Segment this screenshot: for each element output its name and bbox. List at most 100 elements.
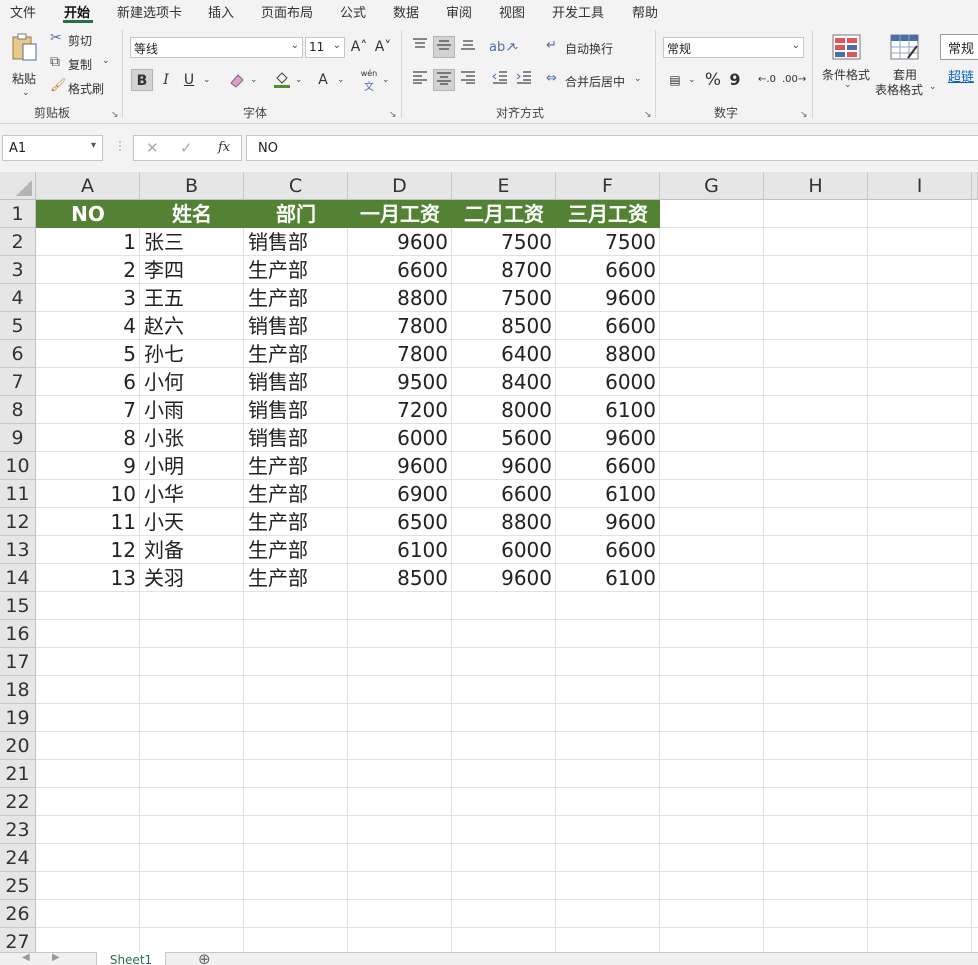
cell-b8[interactable]: 小雨 xyxy=(140,396,244,424)
decrease-indent-button[interactable] xyxy=(489,69,511,91)
row-header-1[interactable]: 1 xyxy=(0,200,36,228)
column-header-g[interactable]: G xyxy=(660,172,764,200)
tab-5[interactable]: 公式 xyxy=(340,2,366,21)
comma-button[interactable]: 9 xyxy=(724,69,746,91)
accounting-format-button[interactable]: ▤ xyxy=(664,69,686,91)
worksheet-grid[interactable]: A B C D E F G H I 1 2 3 4 5 6 7 8 9 10 11 12 13 14 15 16 17 18 19 20… xyxy=(0,172,978,956)
cell-f13[interactable]: 6600 xyxy=(556,536,660,564)
increase-decimal-button[interactable]: ←.0 xyxy=(756,69,778,91)
align-left-button[interactable] xyxy=(409,69,431,91)
column-header-b[interactable]: B xyxy=(140,172,244,200)
cell-d14[interactable]: 8500 xyxy=(348,564,452,592)
cell-d5[interactable]: 7800 xyxy=(348,312,452,340)
cell-a4[interactable]: 3 xyxy=(36,284,140,312)
dialog-launcher-icon[interactable]: ↘ xyxy=(389,110,397,120)
cell-e3[interactable]: 8700 xyxy=(452,256,556,284)
sheet-tab-sheet1[interactable]: Sheet1 xyxy=(96,952,166,965)
header-cell-f[interactable]: 三月工资 xyxy=(556,200,660,228)
cancel-icon[interactable]: ✕ xyxy=(146,139,159,157)
cell-b5[interactable]: 赵六 xyxy=(140,312,244,340)
formula-input[interactable]: NO xyxy=(246,135,978,161)
cell-b2[interactable]: 张三 xyxy=(140,228,244,256)
cell-e7[interactable]: 8400 xyxy=(452,368,556,396)
add-sheet-icon[interactable]: ⊕ xyxy=(198,950,211,965)
decrease-decimal-button[interactable]: .00→ xyxy=(782,69,806,91)
header-cell-b[interactable]: 姓名 xyxy=(140,200,244,228)
column-header-d[interactable]: D xyxy=(348,172,452,200)
cell-d13[interactable]: 6100 xyxy=(348,536,452,564)
row-header-16[interactable]: 16 xyxy=(0,620,36,648)
cell-e5[interactable]: 8500 xyxy=(452,312,556,340)
tab-7[interactable]: 审阅 xyxy=(446,2,472,21)
cell-a11[interactable]: 10 xyxy=(36,480,140,508)
cell-b14[interactable]: 关羽 xyxy=(140,564,244,592)
cell-b4[interactable]: 王五 xyxy=(140,284,244,312)
row-header-23[interactable]: 23 xyxy=(0,816,36,844)
row-header-5[interactable]: 5 xyxy=(0,312,36,340)
cell-f3[interactable]: 6600 xyxy=(556,256,660,284)
cell-e10[interactable]: 9600 xyxy=(452,452,556,480)
italic-button[interactable]: I xyxy=(155,69,177,91)
font-name-select[interactable]: 等线 ⌄ xyxy=(130,37,303,58)
cut-button[interactable]: ✂ 剪切 xyxy=(50,30,110,50)
align-bottom-button[interactable] xyxy=(457,36,479,58)
row-header-25[interactable]: 25 xyxy=(0,872,36,900)
tab-0[interactable]: 文件 xyxy=(10,2,36,21)
next-sheet-icon[interactable]: ▶ xyxy=(52,952,60,963)
conditional-format-button[interactable]: 条件格式 ⌄ xyxy=(818,32,876,96)
orientation-button[interactable]: ab↗ xyxy=(489,36,516,58)
cell-b9[interactable]: 小张 xyxy=(140,424,244,452)
name-box[interactable]: A1 ▾ xyxy=(2,135,103,161)
cell-f4[interactable]: 9600 xyxy=(556,284,660,312)
tab-6[interactable]: 数据 xyxy=(393,2,419,21)
row-header-18[interactable]: 18 xyxy=(0,676,36,704)
copy-button[interactable]: ⧉ 复制 ⌄ xyxy=(50,54,112,74)
cell-f11[interactable]: 6100 xyxy=(556,480,660,508)
cell-b12[interactable]: 小天 xyxy=(140,508,244,536)
cell-c14[interactable]: 生产部 xyxy=(244,564,348,592)
cell-c3[interactable]: 生产部 xyxy=(244,256,348,284)
dialog-launcher-icon[interactable]: ↘ xyxy=(111,110,119,120)
bold-button[interactable]: B xyxy=(131,69,153,91)
increase-indent-button[interactable] xyxy=(513,69,535,91)
cell-c11[interactable]: 生产部 xyxy=(244,480,348,508)
header-cell-d[interactable]: 一月工资 xyxy=(348,200,452,228)
cell-a3[interactable]: 2 xyxy=(36,256,140,284)
cell-a12[interactable]: 11 xyxy=(36,508,140,536)
cell-f9[interactable]: 9600 xyxy=(556,424,660,452)
row-header-13[interactable]: 13 xyxy=(0,536,36,564)
column-header-a[interactable]: A xyxy=(36,172,140,200)
percent-button[interactable]: % xyxy=(702,69,724,91)
header-cell-c[interactable]: 部门 xyxy=(244,200,348,228)
cell-a10[interactable]: 9 xyxy=(36,452,140,480)
cell-c13[interactable]: 生产部 xyxy=(244,536,348,564)
tab-4[interactable]: 页面布局 xyxy=(261,2,313,21)
cell-b3[interactable]: 李四 xyxy=(140,256,244,284)
cell-d8[interactable]: 7200 xyxy=(348,396,452,424)
cell-c2[interactable]: 销售部 xyxy=(244,228,348,256)
paste-button[interactable]: 粘贴 ⌄ xyxy=(8,30,42,98)
cell-c5[interactable]: 销售部 xyxy=(244,312,348,340)
row-header-12[interactable]: 12 xyxy=(0,508,36,536)
cell-c10[interactable]: 生产部 xyxy=(244,452,348,480)
align-middle-button[interactable] xyxy=(433,36,455,58)
row-header-4[interactable]: 4 xyxy=(0,284,36,312)
row-header-3[interactable]: 3 xyxy=(0,256,36,284)
cell-f6[interactable]: 8800 xyxy=(556,340,660,368)
format-as-table-button[interactable]: 套用 表格格式 ⌄ xyxy=(874,32,938,97)
prev-sheet-icon[interactable]: ◀ xyxy=(22,952,30,963)
column-header-f[interactable]: F xyxy=(556,172,660,200)
align-center-button[interactable] xyxy=(433,69,455,91)
cell-d9[interactable]: 6000 xyxy=(348,424,452,452)
cell-c9[interactable]: 销售部 xyxy=(244,424,348,452)
cell-d6[interactable]: 7800 xyxy=(348,340,452,368)
font-size-select[interactable]: 11 ⌄ xyxy=(305,37,345,58)
cell-f12[interactable]: 9600 xyxy=(556,508,660,536)
cell-a13[interactable]: 12 xyxy=(36,536,140,564)
header-cell-a[interactable]: NO xyxy=(36,200,140,228)
row-header-20[interactable]: 20 xyxy=(0,732,36,760)
dialog-launcher-icon[interactable]: ↘ xyxy=(800,110,808,120)
font-color-button[interactable]: A xyxy=(312,69,334,91)
cell-e14[interactable]: 9600 xyxy=(452,564,556,592)
cell-f7[interactable]: 6000 xyxy=(556,368,660,396)
